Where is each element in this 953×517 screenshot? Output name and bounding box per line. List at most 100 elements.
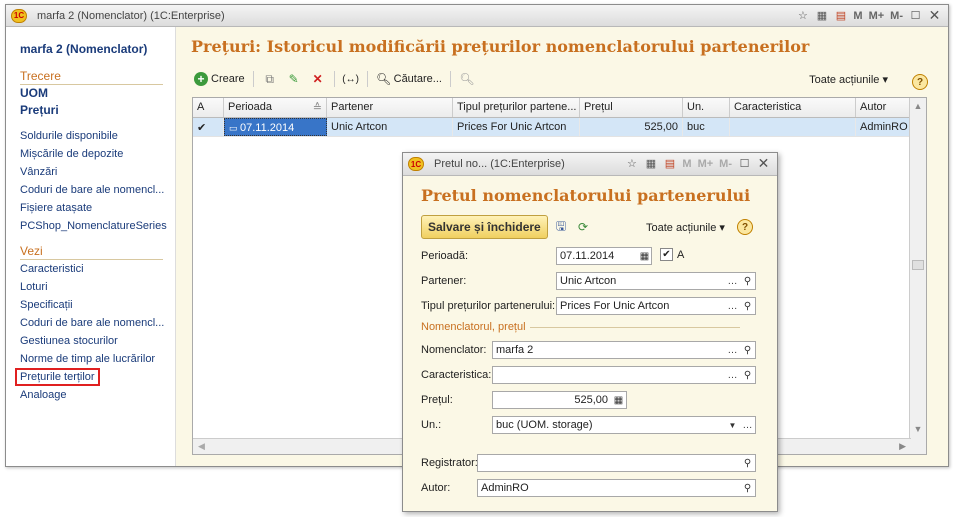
memory-m-plus-button[interactable]: M+	[868, 8, 886, 23]
table-row[interactable]: ✔ ▭ 07.11.2014 Unic Artcon Prices For Un…	[193, 118, 926, 137]
cell-partner[interactable]: Unic Artcon	[327, 118, 453, 136]
column-header[interactable]: A	[193, 98, 224, 117]
column-header[interactable]: Partener	[327, 98, 453, 117]
favorite-star-icon[interactable]: ☆	[795, 8, 810, 23]
select-ellipsis-button[interactable]: …	[725, 342, 740, 358]
column-header[interactable]: Prețul	[580, 98, 683, 117]
column-header[interactable]: Autor	[856, 98, 911, 117]
cell-price[interactable]: 525,00	[580, 118, 683, 136]
dialog-all-actions-menu[interactable]: Toate acțiunile ▾	[646, 221, 725, 234]
all-actions-menu[interactable]: Toate acțiunile ▾	[809, 73, 888, 86]
help-icon[interactable]: ?	[737, 219, 753, 235]
calendar-picker-icon[interactable]: ▦	[637, 248, 652, 264]
calendar-icon[interactable]: ▤	[833, 8, 848, 23]
calculator-icon[interactable]: ▦	[643, 156, 658, 171]
memory-m-button[interactable]: M	[852, 8, 863, 23]
divider	[449, 71, 451, 87]
record-icon: ▭	[229, 123, 241, 133]
1c-logo-icon[interactable]: 1C	[408, 157, 424, 171]
open-search-icon[interactable]: ⚲	[740, 480, 755, 496]
cell-characteristic[interactable]	[730, 118, 856, 136]
dialog-window-title: Pretul no... (1C:Enterprise)	[434, 158, 565, 170]
save-icon[interactable]: 🖫	[553, 219, 569, 235]
edit-pencil-icon[interactable]: ✎	[286, 71, 302, 87]
scroll-down-icon[interactable]: ▼	[910, 424, 926, 434]
scroll-left-icon[interactable]: ◀	[198, 441, 205, 452]
divider	[333, 71, 335, 87]
select-ellipsis-button[interactable]: …	[725, 298, 740, 314]
help-icon[interactable]: ?	[912, 74, 928, 90]
close-icon[interactable]: ✕	[756, 155, 771, 171]
search-button[interactable]: 🔍︎ Căutare...	[376, 71, 442, 87]
cell-price-type[interactable]: Prices For Unic Artcon	[453, 118, 580, 136]
interval-icon[interactable]: (↔)	[342, 71, 359, 87]
memory-m-minus-button[interactable]: M-	[889, 8, 904, 23]
active-checkbox[interactable]: ✔	[660, 248, 673, 261]
author-field[interactable]: AdminRO	[477, 479, 756, 497]
sidebar-item[interactable]: Mișcările de depozite	[20, 148, 123, 160]
column-header[interactable]: Caracteristica	[730, 98, 856, 117]
open-search-icon[interactable]: ⚲	[740, 367, 755, 383]
table-header: A Perioada ≙ Partener Tipul prețurilor pa…	[193, 98, 926, 118]
calculator-icon[interactable]: ▦	[814, 8, 829, 23]
maximize-icon[interactable]: ☐	[737, 156, 752, 171]
open-search-icon[interactable]: ⚲	[740, 273, 755, 289]
sidebar-item[interactable]: Caracteristici	[20, 263, 84, 275]
select-ellipsis-button[interactable]: …	[725, 367, 740, 383]
sidebar-item[interactable]: Analoage	[20, 389, 67, 401]
nomenclature-field[interactable]: marfa 2	[492, 341, 756, 359]
open-search-icon[interactable]: ⚲	[740, 298, 755, 314]
refresh-icon[interactable]: ⟳	[575, 219, 591, 235]
memory-m-plus-button[interactable]: M+	[697, 156, 715, 171]
clear-search-icon[interactable]: 🔍︎	[459, 71, 475, 87]
main-titlebar: 1C marfa 2 (Nomenclator) (1C:Enterprise)…	[6, 5, 948, 27]
create-button[interactable]: + Creare	[193, 71, 245, 87]
column-header[interactable]: Tipul prețurilor partene...	[453, 98, 580, 117]
registrar-field[interactable]	[477, 454, 756, 472]
sidebar-item-uom[interactable]: UOM	[20, 86, 48, 100]
scroll-right-icon[interactable]: ▶	[899, 441, 906, 452]
sidebar-item[interactable]: PCShop_NomenclatureSeries	[20, 220, 167, 232]
calculator-icon[interactable]: ▦	[611, 392, 626, 408]
sidebar-item[interactable]: Soldurile disponibile	[20, 130, 118, 142]
select-ellipsis-button[interactable]: …	[740, 417, 755, 433]
memory-m-button[interactable]: M	[681, 156, 692, 171]
sidebar-item[interactable]: Loturi	[20, 281, 48, 293]
cell-author[interactable]: AdminRO	[856, 118, 911, 136]
sidebar-item[interactable]: Specificații	[20, 299, 73, 311]
registrar-label: Registrator:	[421, 457, 478, 469]
sidebar-item[interactable]: Coduri de bare ale nomencl...	[20, 184, 164, 196]
calendar-icon[interactable]: ▤	[662, 156, 677, 171]
scroll-thumb[interactable]	[912, 260, 924, 270]
characteristic-field[interactable]	[492, 366, 756, 384]
open-search-icon[interactable]: ⚲	[740, 342, 755, 358]
cell-unit[interactable]: buc	[683, 118, 730, 136]
copy-icon[interactable]: ⧉	[262, 71, 278, 87]
sidebar-item-preturile-tertilor[interactable]: Prețurile terților	[15, 368, 100, 386]
price-label: Prețul:	[421, 394, 453, 406]
sidebar-item-preturi[interactable]: Prețuri	[20, 103, 59, 117]
favorite-star-icon[interactable]: ☆	[624, 156, 639, 171]
unit-field[interactable]: buc (UOM. storage)	[492, 416, 756, 434]
column-header[interactable]: Perioada ≙	[224, 98, 327, 117]
sidebar-item[interactable]: Norme de timp ale lucrărilor	[20, 353, 155, 365]
sidebar-item[interactable]: Coduri de bare ale nomencl...	[20, 317, 164, 329]
price-field[interactable]: 525,00	[492, 391, 627, 409]
open-search-icon[interactable]: ⚲	[740, 455, 755, 471]
cell-period[interactable]: ▭ 07.11.2014	[224, 118, 327, 136]
memory-m-minus-button[interactable]: M-	[718, 156, 733, 171]
close-icon[interactable]: ✕	[927, 7, 942, 23]
section-goto: Trecere	[20, 69, 163, 85]
1c-logo-icon[interactable]: 1C	[11, 8, 27, 23]
sidebar-item[interactable]: Fișiere atașate	[20, 202, 92, 214]
chevron-down-icon[interactable]: ▼	[725, 417, 740, 433]
scroll-up-icon[interactable]: ▲	[910, 101, 926, 111]
vertical-scrollbar[interactable]: ▲ ▼	[909, 98, 926, 454]
column-header[interactable]: Un.	[683, 98, 730, 117]
select-ellipsis-button[interactable]: …	[725, 273, 740, 289]
maximize-icon[interactable]: ☐	[908, 8, 923, 23]
delete-icon[interactable]: ✕	[310, 71, 326, 87]
sidebar-item[interactable]: Vânzări	[20, 166, 57, 178]
sidebar-item[interactable]: Gestiunea stocurilor	[20, 335, 118, 347]
save-close-button[interactable]: Salvare și închidere	[421, 215, 548, 239]
